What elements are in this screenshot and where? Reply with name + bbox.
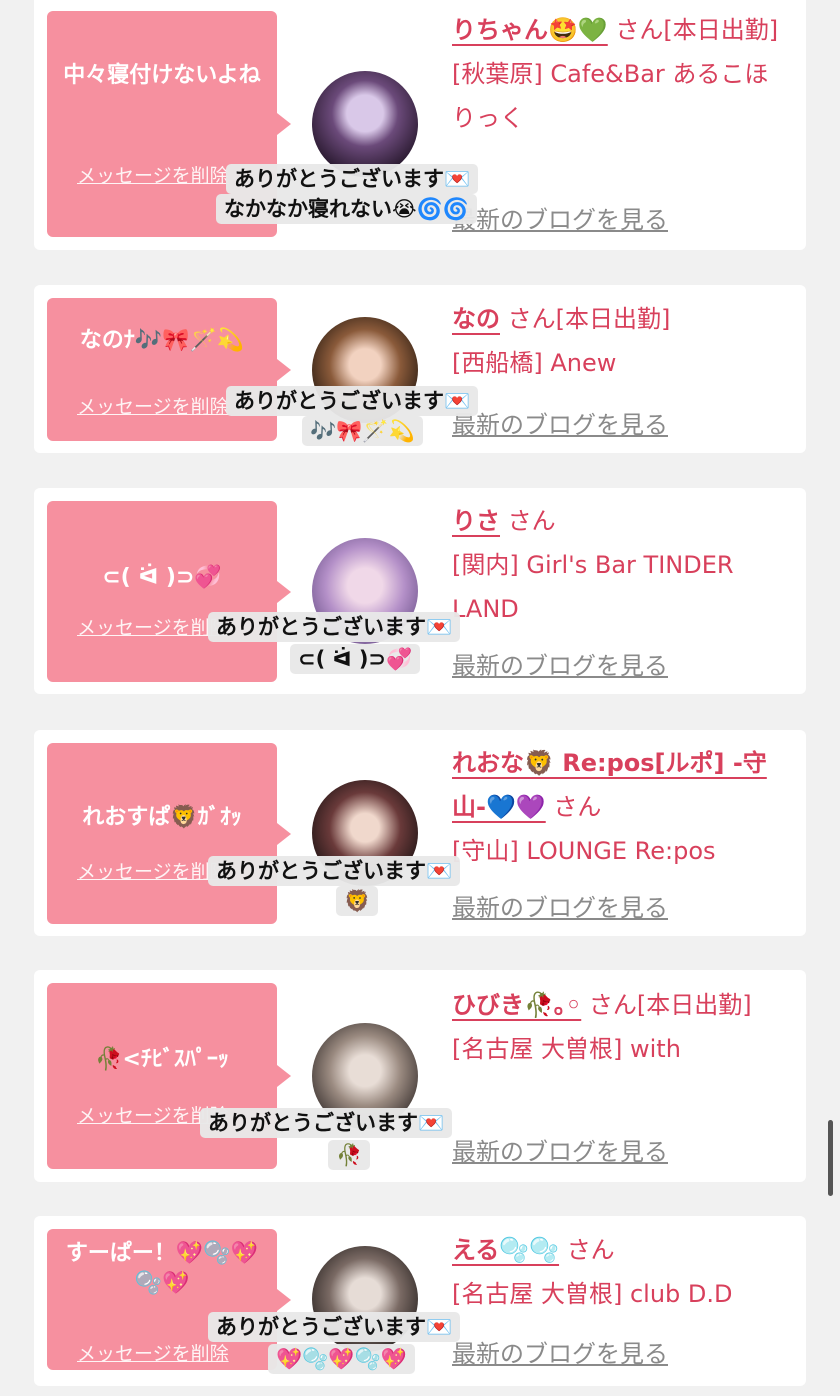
blog-link[interactable]: 最新のブログを見る [452, 1334, 668, 1369]
cast-info: なの さん[本日出勤] [西船橋] Anew [452, 297, 788, 385]
cast-info: れおな🦁 Re:pos[ルポ] -守山-💙💜 さん [守山] LOUNGE Re… [452, 741, 788, 873]
cast-name-link[interactable]: なの [452, 305, 500, 333]
message-text: 🥀<ﾁﾋﾞｽﾊﾟｰｯ [95, 1047, 229, 1072]
message-card: れおすぱ🦁ｶﾞｵｯ メッセージを削除 れおな🦁 Re:pos[ルポ] -守山-💙… [34, 730, 806, 936]
message-text: ⊂( ᐛ )⊃💞 [102, 565, 222, 590]
cast-info: ひびき🥀｡◦ さん[本日出勤] [名古屋 大曽根] with [452, 983, 788, 1123]
cast-info: りさ さん [関内] Girl's Bar TINDER LAND [452, 499, 788, 622]
message-bubble: ⊂( ᐛ )⊃💞 メッセージを削除 [47, 501, 291, 682]
message-bubble: 🥀<ﾁﾋﾞｽﾊﾟｰｯ メッセージを削除 [47, 983, 291, 1169]
blog-link[interactable]: 最新のブログを見る [452, 1132, 668, 1167]
message-card: すーぱー！💖🫧💖🫧💖 メッセージを削除 える🫧🫧 さん [名古屋 大曽根] cl… [34, 1216, 806, 1386]
name-suffix: さん [553, 793, 602, 821]
reply-toast: 🥀 [328, 1140, 371, 1170]
blog-link[interactable]: 最新のブログを見る [452, 888, 668, 923]
message-bubble: なのﾅ🎶🎀🪄💫 メッセージを削除 [47, 298, 291, 441]
shop-name[interactable]: [西船橋] Anew [452, 349, 616, 377]
shop-name[interactable]: [関内] Girl's Bar TINDER LAND [452, 551, 734, 622]
reply-toast: ありがとうございます💌 [200, 1108, 453, 1138]
avatar[interactable] [312, 71, 418, 177]
shop-name[interactable]: [秋葉原] Cafe&Bar あるこほりっく [452, 60, 768, 132]
cast-name-link[interactable]: りさ [452, 507, 500, 535]
reply-toast: ありがとうございます💌 [226, 164, 479, 194]
reply-toast: 🦁 [336, 886, 379, 916]
reply-toast: 🎶🎀🪄💫 [302, 416, 423, 446]
name-suffix: さん[本日出勤] [588, 991, 752, 1019]
reply-toast: なかなか寝れない😭🌀🌀 [216, 194, 477, 224]
name-suffix: さん [507, 507, 556, 535]
blog-link[interactable]: 最新のブログを見る [452, 646, 668, 681]
blog-link[interactable]: 最新のブログを見る [452, 405, 668, 440]
reply-toast: ありがとうございます💌 [208, 856, 461, 886]
message-bubble: れおすぱ🦁ｶﾞｵｯ メッセージを削除 [47, 743, 291, 924]
cast-info: える🫧🫧 さん [名古屋 大曽根] club D.D [452, 1228, 788, 1316]
cast-name-link[interactable]: ひびき🥀｡◦ [452, 991, 581, 1019]
delete-message-link[interactable]: メッセージを削除 [77, 392, 229, 419]
reply-toast: ありがとうございます💌 [208, 1312, 461, 1342]
shop-name[interactable]: [守山] LOUNGE Re:pos [452, 837, 716, 865]
message-text: 中々寝付けないよね [63, 63, 261, 88]
reply-toast: ⊂( ᐛ )⊃💞 [290, 644, 421, 674]
message-bubble: すーぱー！💖🫧💖🫧💖 メッセージを削除 [47, 1229, 291, 1370]
reply-toast: ありがとうございます💌 [226, 386, 479, 416]
shop-name[interactable]: [名古屋 大曽根] with [452, 1035, 681, 1063]
scrollbar-thumb[interactable] [828, 1120, 833, 1196]
delete-message-link[interactable]: メッセージを削除 [77, 613, 229, 640]
name-suffix: さん [566, 1236, 615, 1264]
message-text: すーぱー！💖🫧💖🫧💖 [65, 1241, 259, 1296]
cast-name-link[interactable]: れおな🦁 Re:pos[ルポ] -守山-💙💜 [452, 749, 767, 821]
name-suffix: さん[本日出勤] [615, 16, 779, 44]
reply-toast: ありがとうございます💌 [208, 612, 461, 642]
delete-message-link[interactable]: メッセージを削除 [77, 857, 229, 884]
message-card: 🥀<ﾁﾋﾞｽﾊﾟｰｯ メッセージを削除 ひびき🥀｡◦ さん[本日出勤] [名古屋… [34, 970, 806, 1182]
cast-name-link[interactable]: える🫧🫧 [452, 1236, 559, 1264]
cast-info: りちゃん🤩💚 さん[本日出勤] [秋葉原] Cafe&Bar あるこほりっく [452, 8, 788, 140]
shop-name[interactable]: [名古屋 大曽根] club D.D [452, 1280, 733, 1308]
cast-name-link[interactable]: りちゃん🤩💚 [452, 16, 608, 44]
message-text: れおすぱ🦁ｶﾞｵｯ [82, 805, 242, 830]
message-text: なのﾅ🎶🎀🪄💫 [79, 328, 245, 353]
name-suffix: さん[本日出勤] [507, 305, 671, 333]
reply-toast: 💖🫧💖🫧💖 [268, 1344, 415, 1374]
blog-link[interactable]: 最新のブログを見る [452, 200, 668, 235]
delete-message-link[interactable]: メッセージを削除 [77, 1339, 229, 1366]
delete-message-link[interactable]: メッセージを削除 [77, 161, 229, 188]
